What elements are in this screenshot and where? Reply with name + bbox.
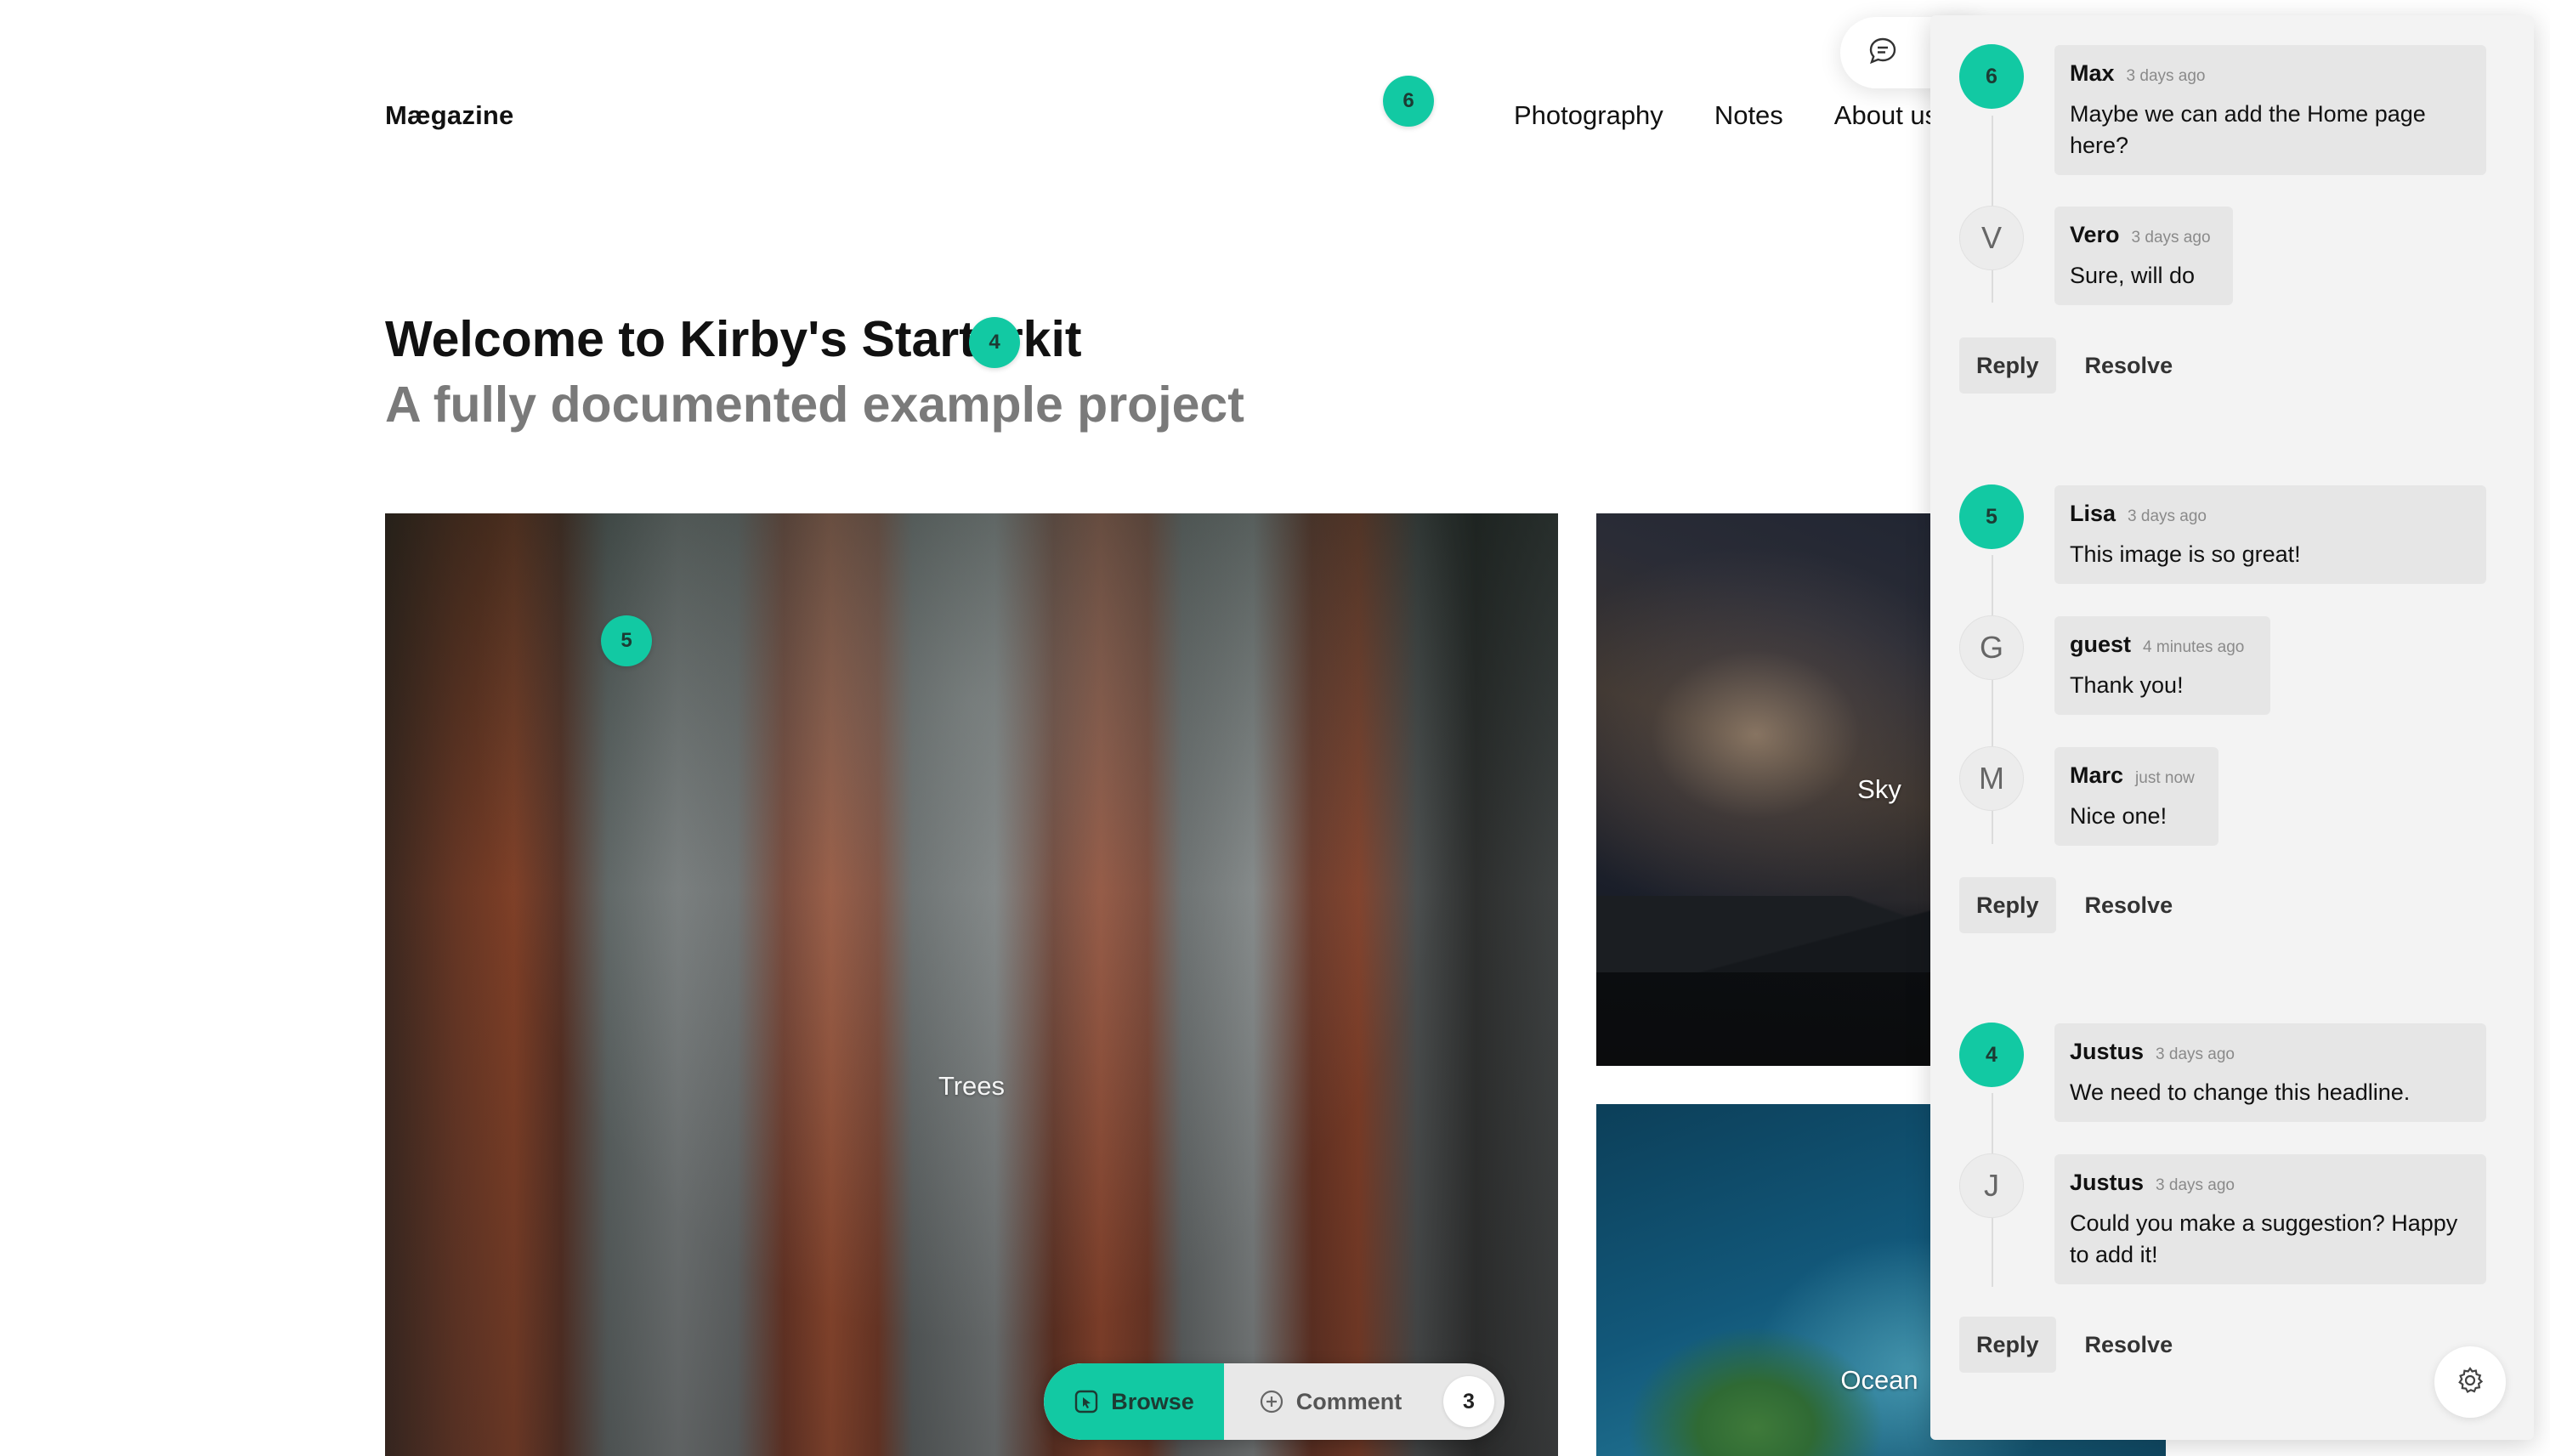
comment-pin[interactable]: 5 xyxy=(601,615,652,666)
gallery-image-trees[interactable]: Trees xyxy=(385,513,1558,1456)
comment-author: guest xyxy=(2070,632,2132,657)
comment-text: Maybe we can add the Home page here? xyxy=(2070,101,2426,158)
comment-author: Max xyxy=(2070,60,2115,86)
reply-button[interactable]: Reply xyxy=(1959,877,2056,933)
comment-bubble: Justus 3 days ago Could you make a sugge… xyxy=(2054,1154,2486,1284)
comment-author: Vero xyxy=(2070,222,2120,247)
comment-time: 3 days ago xyxy=(2131,229,2211,246)
site-logo[interactable]: Mægazine xyxy=(385,100,513,131)
avatar: 6 xyxy=(1959,44,2024,109)
plus-circle-icon xyxy=(1259,1389,1284,1414)
reply-button[interactable]: Reply xyxy=(1959,1317,2056,1373)
comment-time: 4 minutes ago xyxy=(2143,638,2245,656)
avatar: G xyxy=(1959,615,2024,680)
browse-mode-button[interactable]: Browse xyxy=(1044,1363,1224,1440)
speech-bubble-icon xyxy=(1867,36,1898,71)
image-caption-sky: Sky xyxy=(1857,774,1901,804)
comment-label: Comment xyxy=(1295,1388,1402,1414)
comment-text: This image is so great! xyxy=(2070,541,2301,567)
comment-time: just now xyxy=(2135,769,2195,787)
comment-bubble: guest 4 minutes ago Thank you! xyxy=(2054,616,2270,715)
reply-button[interactable]: Reply xyxy=(1959,337,2056,394)
avatar: 4 xyxy=(1959,1023,2024,1087)
thread-actions: Reply Resolve xyxy=(1959,1317,2190,1373)
gear-icon xyxy=(2456,1366,2485,1399)
comment-count-badge[interactable]: 3 xyxy=(1443,1376,1494,1427)
comment-author: Lisa xyxy=(2070,501,2116,526)
comment-bubble: Marc just now Nice one! xyxy=(2054,747,2218,846)
comment-text: Could you make a suggestion? Happy to ad… xyxy=(2070,1210,2458,1267)
comment-author: Justus xyxy=(2070,1170,2145,1195)
page-subtitle: A fully documented example project xyxy=(385,377,1244,433)
comment-text: Nice one! xyxy=(2070,803,2168,829)
comment-text: Sure, will do xyxy=(2070,263,2196,288)
settings-button[interactable] xyxy=(2434,1346,2506,1418)
avatar: 5 xyxy=(1959,484,2024,549)
page: Mægazine Photography Notes About us Welc… xyxy=(0,0,2550,1456)
comments-panel: 6 Max 3 days ago Maybe we can add the Ho… xyxy=(1930,15,2534,1440)
comment-time: 3 days ago xyxy=(2126,67,2206,85)
comment-bubble: Max 3 days ago Maybe we can add the Home… xyxy=(2054,45,2486,175)
avatar: V xyxy=(1959,206,2024,270)
thread-actions: Reply Resolve xyxy=(1959,337,2190,394)
comment-time: 3 days ago xyxy=(2156,1045,2235,1063)
nav-link-about[interactable]: About us xyxy=(1834,100,1938,131)
image-caption-ocean: Ocean xyxy=(1840,1365,1918,1395)
comment-pin[interactable]: 4 xyxy=(969,317,1020,368)
comment-time: 3 days ago xyxy=(2156,1176,2235,1194)
comment-bubble: Lisa 3 days ago This image is so great! xyxy=(2054,485,2486,584)
cursor-icon xyxy=(1074,1389,1099,1414)
comment-text: We need to change this headline. xyxy=(2070,1079,2411,1105)
resolve-button[interactable]: Resolve xyxy=(2068,1317,2190,1373)
comment-mode-button[interactable]: Comment xyxy=(1224,1363,1436,1440)
comment-bubble: Vero 3 days ago Sure, will do xyxy=(2054,207,2233,305)
nav-link-notes[interactable]: Notes xyxy=(1714,100,1783,131)
comment-author: Justus xyxy=(2070,1039,2145,1064)
thread-actions: Reply Resolve xyxy=(1959,877,2190,933)
resolve-button[interactable]: Resolve xyxy=(2068,877,2190,933)
image-caption-trees: Trees xyxy=(938,1071,1006,1101)
comment-bubble: Justus 3 days ago We need to change this… xyxy=(2054,1023,2486,1122)
browse-label: Browse xyxy=(1111,1388,1194,1414)
avatar: M xyxy=(1959,746,2024,811)
site-nav: Photography Notes About us xyxy=(1514,100,1938,131)
resolve-button[interactable]: Resolve xyxy=(2068,337,2190,394)
mode-toolbar: Browse Comment 3 xyxy=(1044,1363,1504,1440)
comment-text: Thank you! xyxy=(2070,672,2184,698)
nav-link-photography[interactable]: Photography xyxy=(1514,100,1663,131)
comment-time: 3 days ago xyxy=(2128,507,2207,525)
avatar: J xyxy=(1959,1153,2024,1218)
comment-author: Marc xyxy=(2070,762,2124,788)
comment-pin[interactable]: 6 xyxy=(1383,76,1434,127)
